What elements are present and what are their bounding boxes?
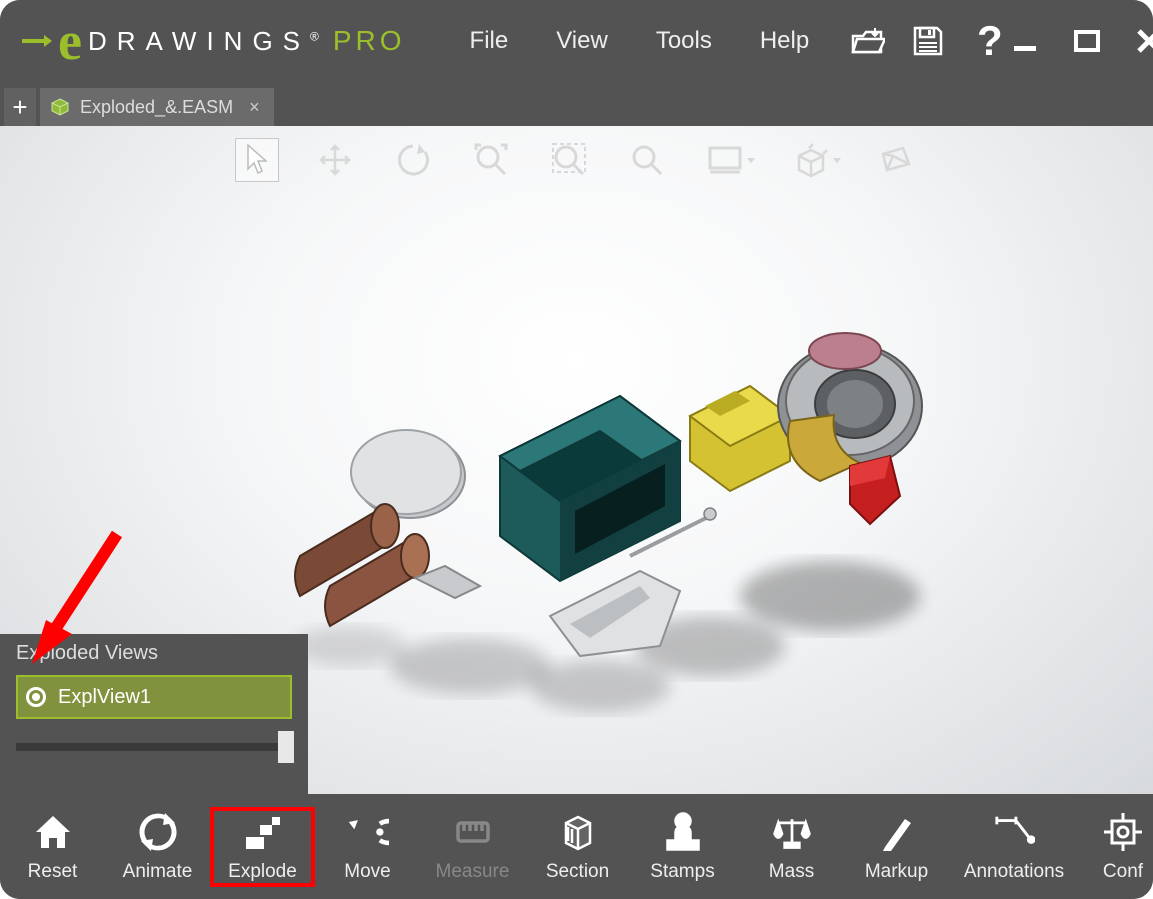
- exploded-view-label: ExplView1: [58, 686, 151, 709]
- reset-label: Reset: [28, 861, 78, 883]
- zoom-tool[interactable]: [625, 138, 669, 182]
- conf-label: Conf: [1103, 861, 1143, 883]
- bottom-toolbar: Reset Animate: [0, 794, 1153, 899]
- exploded-panel-title: Exploded Views: [16, 642, 292, 665]
- stamps-button[interactable]: Stamps: [630, 811, 735, 883]
- annotations-label: Annotations: [964, 861, 1064, 883]
- exploded-view-item[interactable]: ExplView1: [16, 675, 292, 719]
- close-tab-icon[interactable]: ×: [249, 97, 260, 118]
- radio-icon: [26, 687, 46, 707]
- section-label: Section: [546, 861, 609, 883]
- markup-icon: [876, 811, 918, 853]
- section-icon: [557, 811, 599, 853]
- pan-tool[interactable]: [313, 138, 357, 182]
- save-icon[interactable]: [911, 24, 945, 58]
- tab-bar: + Exploded_&.EASM ×: [0, 82, 1153, 126]
- menu-view[interactable]: View: [532, 19, 632, 63]
- cube-icon: [50, 97, 70, 117]
- measure-label: Measure: [436, 861, 510, 883]
- display-style-tool[interactable]: [703, 138, 747, 182]
- select-tool[interactable]: [235, 138, 279, 182]
- menu-file[interactable]: File: [446, 19, 533, 63]
- configurations-icon: [1102, 811, 1144, 853]
- menu-tools[interactable]: Tools: [632, 19, 736, 63]
- open-file-icon[interactable]: [851, 24, 885, 58]
- minimize-button[interactable]: [1005, 21, 1045, 61]
- 3d-viewport[interactable]: Exploded Views ExplView1: [0, 126, 1153, 794]
- tab-label: Exploded_&.EASM: [80, 97, 233, 118]
- animate-button[interactable]: Animate: [105, 811, 210, 883]
- chevron-down-icon[interactable]: [747, 142, 755, 178]
- animate-icon: [137, 811, 179, 853]
- add-tab-button[interactable]: +: [4, 88, 36, 126]
- view-orientation-tool[interactable]: [789, 138, 833, 182]
- mass-icon: [771, 811, 813, 853]
- help-icon[interactable]: ?: [971, 24, 1005, 58]
- svg-text:?: ?: [977, 21, 1003, 61]
- document-tab[interactable]: Exploded_&.EASM ×: [40, 88, 274, 126]
- explode-icon: [242, 811, 284, 853]
- perspective-tool[interactable]: [875, 138, 919, 182]
- logo-text: DRAWINGS®: [88, 26, 319, 57]
- reset-button[interactable]: Reset: [0, 811, 105, 883]
- zoom-area-tool[interactable]: [547, 138, 591, 182]
- move-label: Move: [344, 861, 390, 883]
- explode-slider[interactable]: [16, 743, 292, 751]
- home-icon: [32, 811, 74, 853]
- view-toolbar: [235, 138, 919, 182]
- rotate-tool[interactable]: [391, 138, 435, 182]
- explode-label: Explode: [228, 861, 297, 883]
- logo-arrow-icon: [20, 25, 52, 57]
- measure-icon: [452, 811, 494, 853]
- stamps-icon: [662, 811, 704, 853]
- window-controls: [1005, 21, 1153, 61]
- markup-label: Markup: [865, 861, 928, 883]
- close-button[interactable]: [1129, 21, 1153, 61]
- maximize-button[interactable]: [1067, 21, 1107, 61]
- move-button[interactable]: Move: [315, 811, 420, 883]
- animate-label: Animate: [123, 861, 193, 883]
- titlebar: e DRAWINGS® PRO File View Tools Help: [0, 0, 1153, 82]
- explode-button[interactable]: Explode: [210, 807, 315, 887]
- title-icons: ?: [851, 24, 1005, 58]
- configurations-button[interactable]: Conf: [1083, 811, 1153, 883]
- logo-e: e: [58, 14, 82, 68]
- measure-button[interactable]: Measure: [420, 811, 525, 883]
- app-window: e DRAWINGS® PRO File View Tools Help: [0, 0, 1153, 899]
- slider-thumb[interactable]: [278, 731, 294, 763]
- move-icon: [347, 811, 389, 853]
- annotations-icon: [993, 811, 1035, 853]
- section-button[interactable]: Section: [525, 811, 630, 883]
- exploded-views-panel: Exploded Views ExplView1: [0, 634, 308, 794]
- app-logo: e DRAWINGS® PRO: [20, 14, 406, 68]
- stamps-label: Stamps: [650, 861, 714, 883]
- menu-help[interactable]: Help: [736, 19, 833, 63]
- mass-label: Mass: [769, 861, 814, 883]
- mass-button[interactable]: Mass: [739, 811, 844, 883]
- main-menu: File View Tools Help: [446, 19, 834, 63]
- logo-pro: PRO: [333, 25, 406, 57]
- markup-button[interactable]: Markup: [844, 811, 949, 883]
- annotations-button[interactable]: Annotations: [949, 811, 1079, 883]
- zoom-fit-tool[interactable]: [469, 138, 513, 182]
- chevron-down-icon[interactable]: [833, 142, 841, 178]
